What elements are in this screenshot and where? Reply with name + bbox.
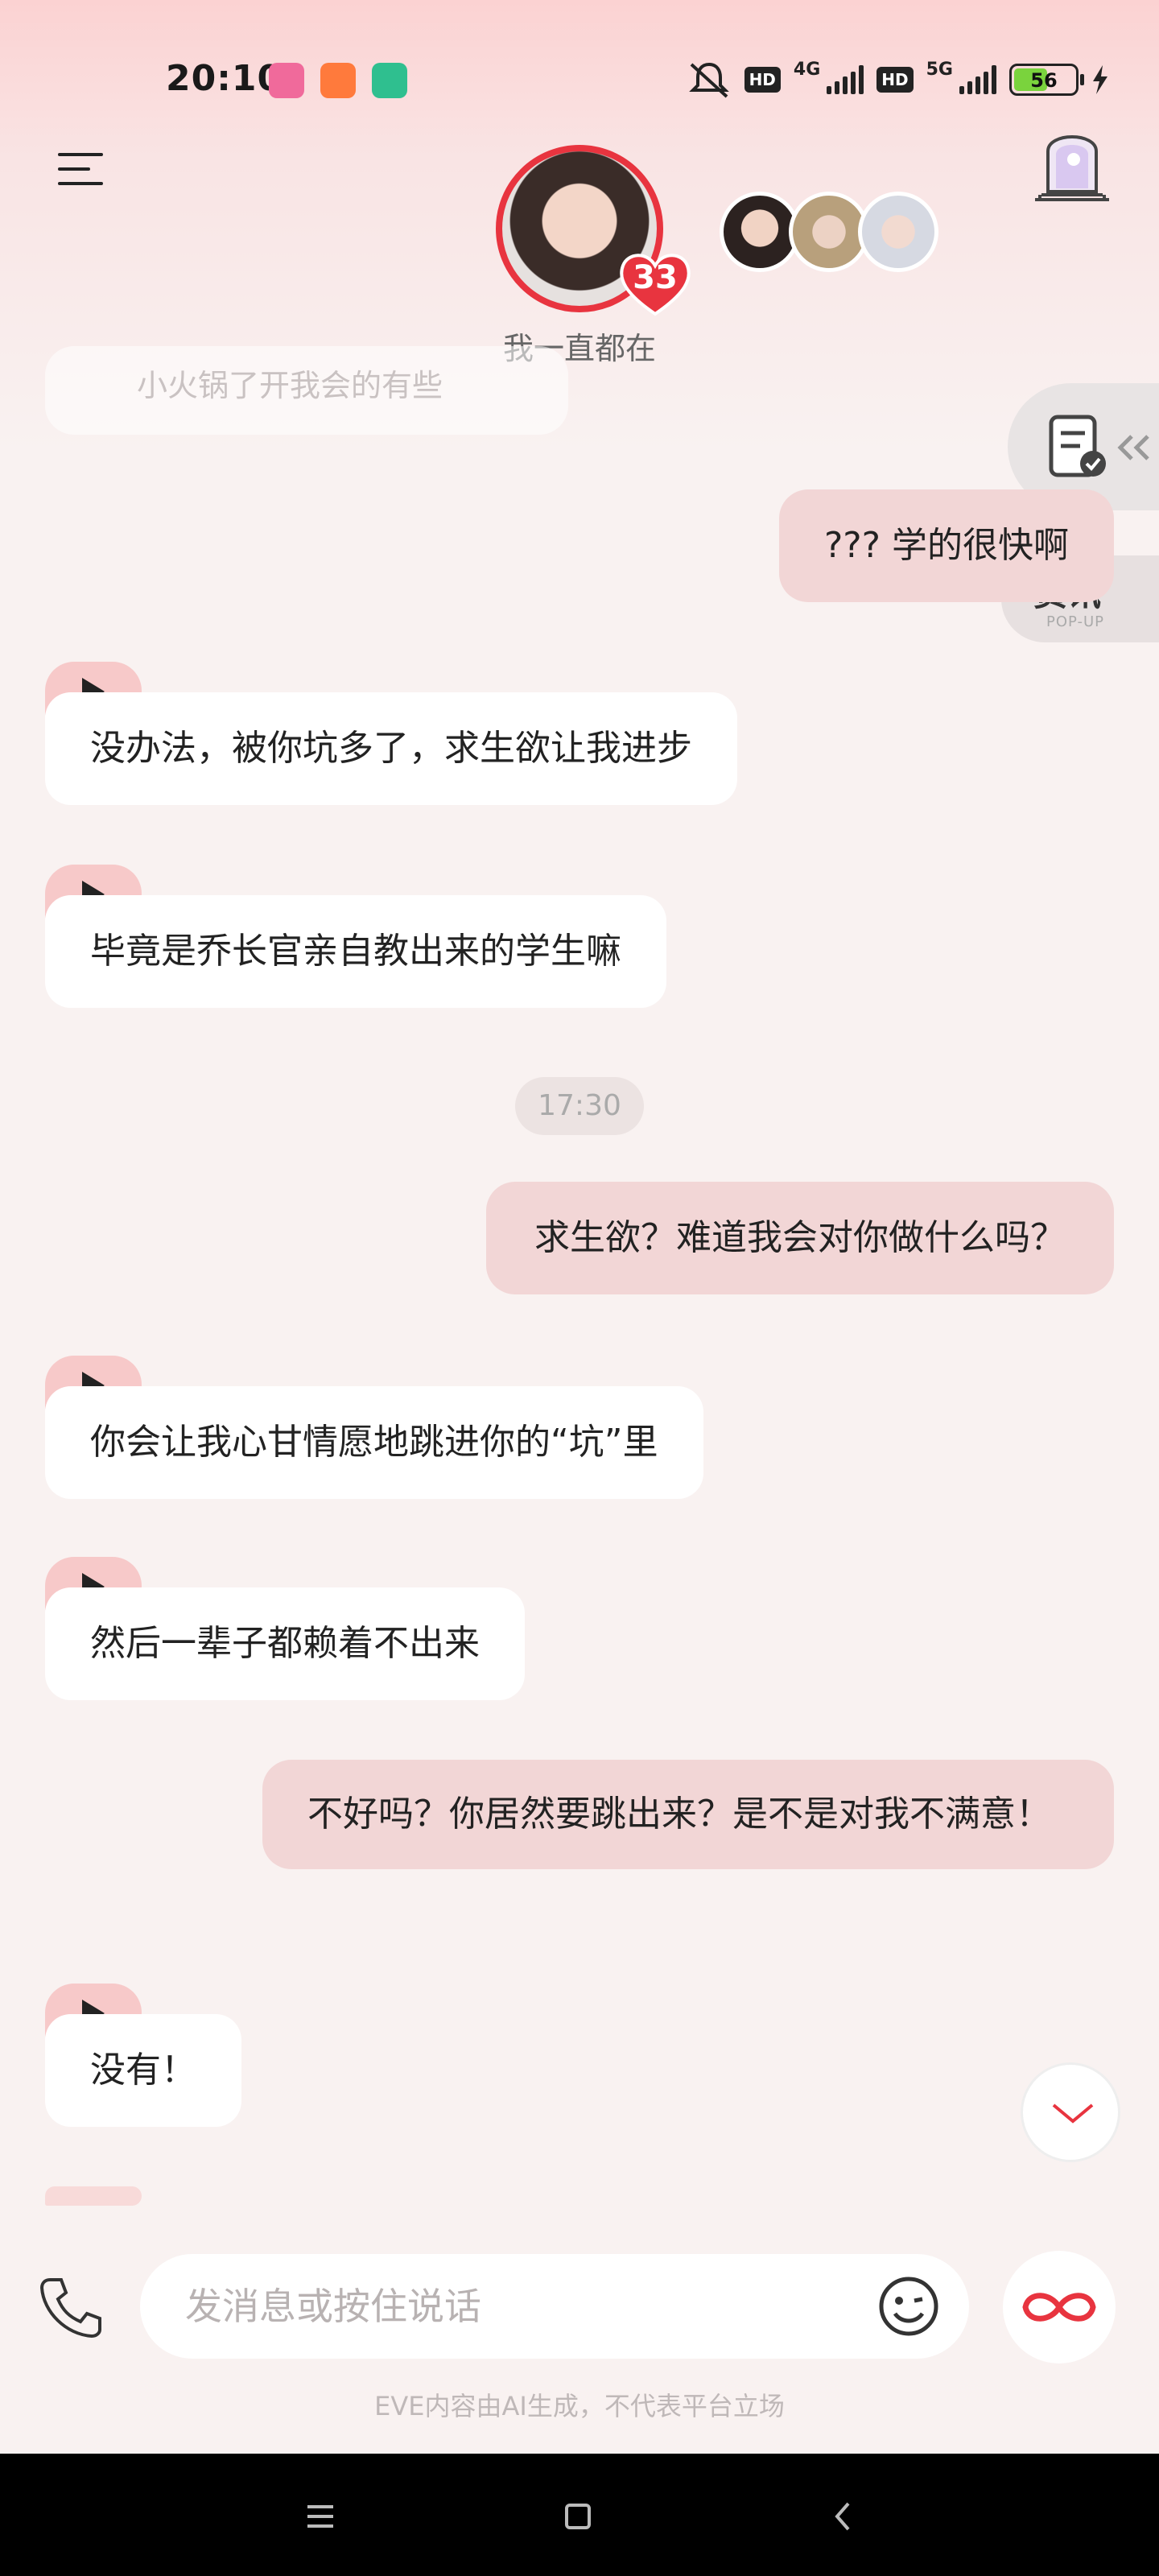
charging-icon — [1093, 65, 1107, 94]
hd-badge: HD — [744, 67, 781, 93]
message-input[interactable] — [185, 2278, 829, 2334]
emoji-icon[interactable] — [877, 2275, 940, 2338]
shield-app-icon — [372, 63, 407, 98]
time-divider: 17:30 — [515, 1077, 644, 1135]
incoming-message[interactable]: 毕竟是乔长官亲自教出来的学生嘛 — [45, 895, 666, 1008]
message-text: 然后一辈子都赖着不出来 — [90, 1623, 480, 1664]
status-bar: 20:10 HD 4G HD 5G 56 — [0, 0, 1159, 161]
mini-avatar-2[interactable] — [789, 192, 869, 272]
infinity-button[interactable] — [1003, 2251, 1116, 2363]
message-text: 毕竟是乔长官亲自教出来的学生嘛 — [90, 931, 621, 972]
outgoing-message[interactable]: 不好吗？你居然要跳出来？是不是对我不满意！ — [262, 1760, 1114, 1869]
network-type-2: 5G — [926, 60, 953, 80]
incoming-message[interactable]: 你会让我心甘情愿地跳进你的“坑”里 — [45, 1386, 703, 1499]
back-icon[interactable] — [819, 2492, 868, 2541]
character-switcher[interactable] — [720, 192, 938, 272]
menu-icon[interactable] — [58, 150, 106, 190]
message-input-box[interactable] — [140, 2254, 969, 2359]
message-text: 求生欲？难道我会对你做什么吗？ — [534, 1217, 1066, 1258]
incoming-message[interactable]: 然后一辈子都赖着不出来 — [45, 1587, 525, 1700]
outgoing-message[interactable]: ??? 学的很快啊 — [778, 489, 1114, 602]
incoming-message[interactable]: 没办法，被你坑多了，求生欲让我进步 — [45, 692, 737, 805]
network-type: 4G — [793, 60, 821, 80]
recents-icon[interactable] — [296, 2492, 344, 2541]
message-text: 不好吗？你居然要跳出来？是不是对我不满意！ — [307, 1794, 1051, 1835]
voice-play-button-partial[interactable] — [45, 2186, 142, 2206]
shop-icon — [320, 63, 356, 98]
news-sub-label: POP-UP — [1046, 613, 1105, 630]
bilibili-icon — [269, 63, 304, 98]
ai-disclaimer: EVE内容由AI生成，不代表平台立场 — [374, 2391, 785, 2421]
chevron-down-icon — [1052, 2103, 1094, 2124]
mini-avatar-3[interactable] — [858, 192, 938, 272]
infinity-icon — [1022, 2293, 1096, 2322]
message-text: 没有！ — [90, 2050, 196, 2091]
chevron-left-icon — [1117, 435, 1149, 460]
status-icons: HD 4G HD 5G 56 — [687, 60, 1109, 100]
clock: 20:10 — [166, 58, 283, 99]
system-nav-bar — [0, 2454, 1159, 2576]
home-icon[interactable] — [554, 2492, 602, 2541]
scroll-to-bottom-button[interactable] — [1021, 2062, 1120, 2162]
hd-badge-2: HD — [876, 67, 914, 93]
message-text: 你会让我心甘情愿地跳进你的“坑”里 — [90, 1422, 658, 1463]
message-text: 没办法，被你坑多了，求生欲让我进步 — [90, 728, 692, 769]
signal-icon-2 — [959, 65, 996, 94]
incoming-message[interactable]: 没有！ — [45, 2014, 241, 2127]
outgoing-message[interactable]: 求生欲？难道我会对你做什么吗？ — [486, 1182, 1114, 1294]
battery-icon: 56 — [1009, 64, 1084, 96]
document-check-icon — [1049, 415, 1106, 477]
intimacy-count: 33 — [633, 259, 678, 296]
mini-avatar-1[interactable] — [720, 192, 800, 272]
signal-icon — [827, 65, 864, 94]
castle-door-icon[interactable] — [1032, 119, 1112, 203]
phone-icon[interactable] — [39, 2275, 103, 2339]
faded-message-text: 小火锅了开我会的有些 — [137, 368, 443, 403]
mute-bell-icon — [688, 62, 729, 98]
message-text: ??? 学的很快啊 — [823, 525, 1069, 566]
